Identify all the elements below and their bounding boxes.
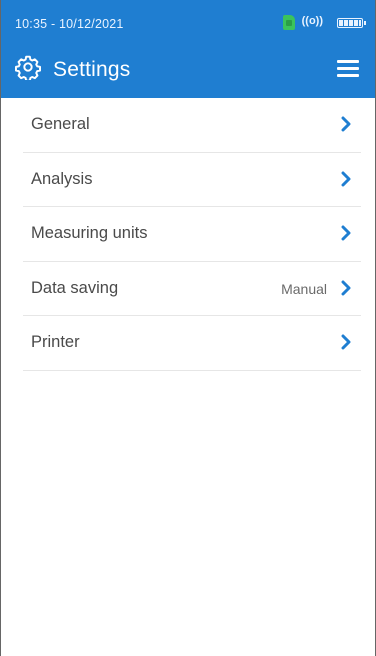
hamburger-menu-icon [337, 67, 359, 70]
chevron-right-icon [341, 334, 351, 350]
hamburger-menu-icon [337, 60, 359, 63]
chevron-right-icon [341, 116, 351, 132]
gear-icon [15, 55, 41, 82]
hamburger-menu-icon [337, 74, 359, 77]
settings-item-label: General [31, 115, 90, 133]
settings-item-analysis[interactable]: Analysis [23, 153, 361, 207]
settings-item-label: Data saving [31, 278, 119, 297]
chevron-right-icon [341, 225, 351, 241]
device-screen: 10:35 - 10/12/2021 ((o)) Settings Genera… [0, 0, 376, 656]
settings-list: General Analysis Measuring units Data sa… [23, 98, 361, 371]
chevron-right-icon [341, 280, 351, 295]
status-time: 10:35 - 10/12/2021 [15, 17, 124, 31]
sim-icon [283, 15, 295, 30]
settings-gear-button[interactable] [15, 54, 41, 82]
page-title: Settings [53, 58, 131, 81]
chevron-right-icon [341, 171, 351, 186]
settings-item-value: Manual [281, 280, 327, 297]
hamburger-menu-button[interactable] [337, 60, 359, 78]
settings-item-data-saving[interactable]: Data saving Manual [23, 262, 361, 316]
settings-item-measuring-units[interactable]: Measuring units [23, 207, 361, 262]
app-bar: Settings [1, 42, 375, 98]
settings-item-label: Measuring units [31, 224, 148, 242]
wireless-signal-icon: ((o)) [301, 15, 323, 27]
settings-item-printer[interactable]: Printer [23, 316, 361, 371]
status-bar: 10:35 - 10/12/2021 ((o)) [1, 0, 375, 42]
battery-icon [337, 18, 366, 28]
settings-item-label: Printer [31, 333, 80, 351]
settings-item-general[interactable]: General [23, 98, 361, 153]
settings-item-label: Analysis [31, 169, 93, 188]
